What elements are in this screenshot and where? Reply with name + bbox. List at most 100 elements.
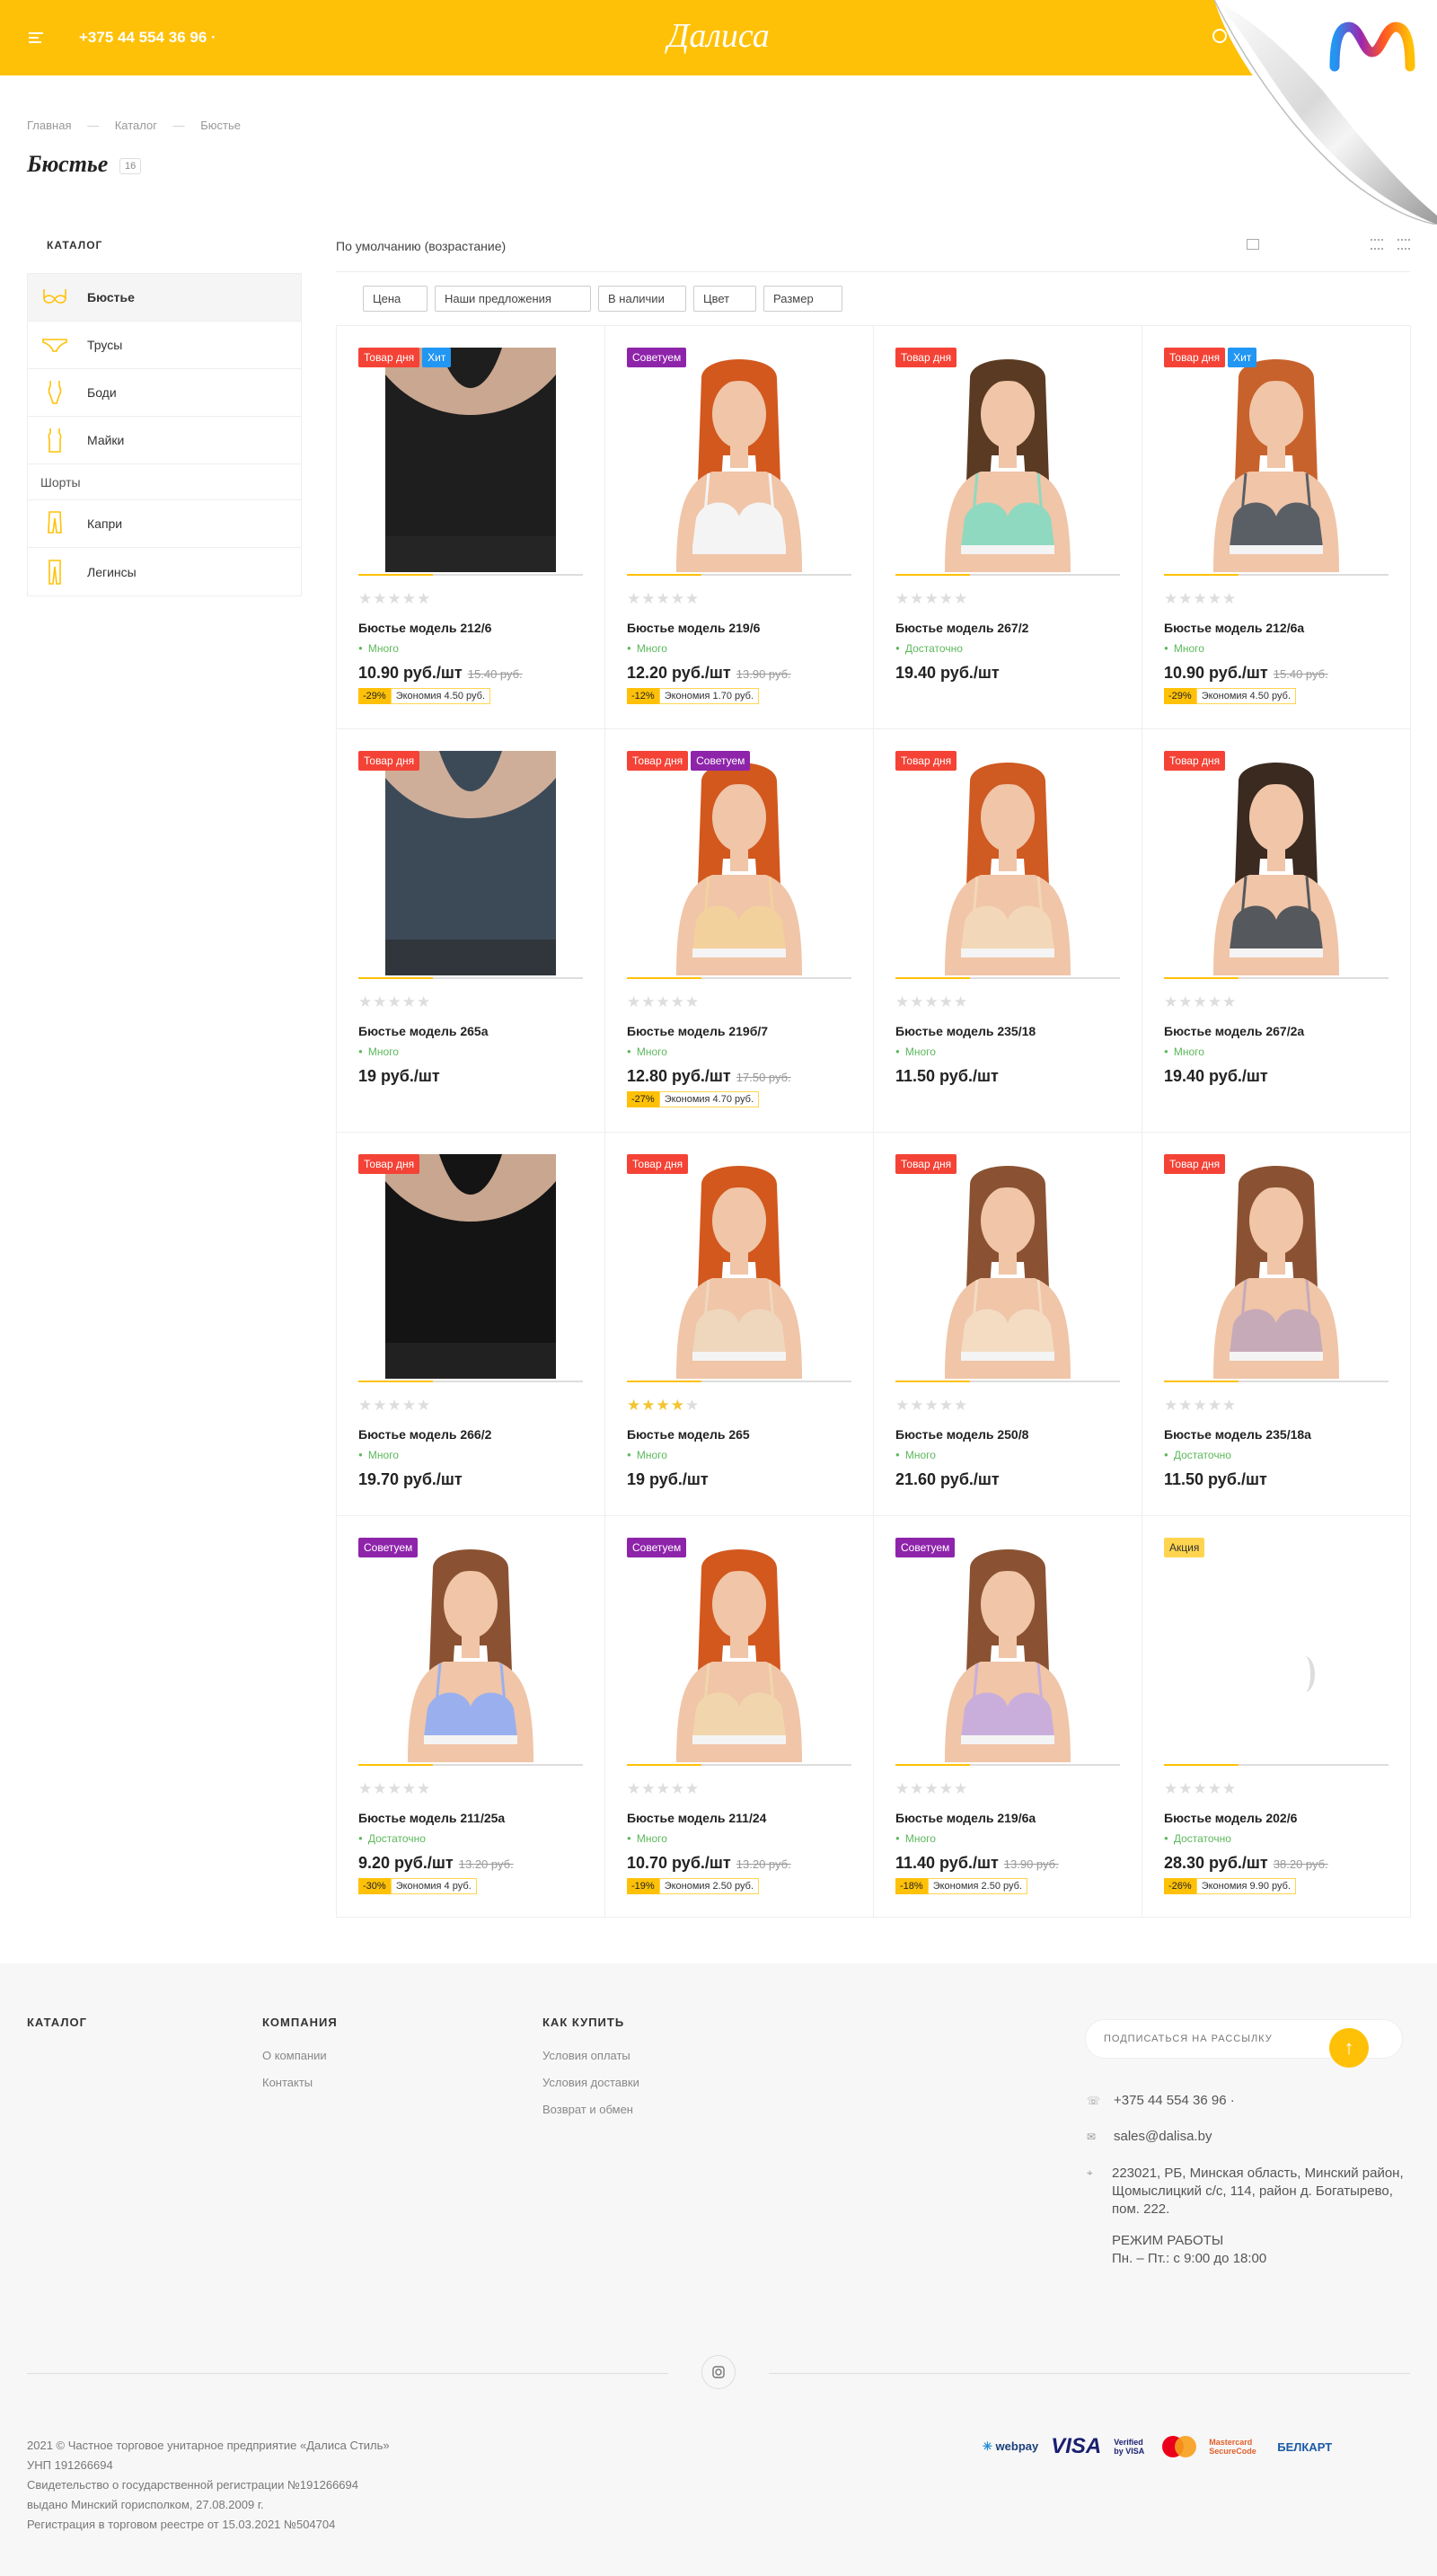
product-price: 28.30 руб./шт <box>1164 1854 1268 1872</box>
product-name[interactable]: Бюстье модель 235/18 <box>895 1024 1036 1038</box>
product-card[interactable]: Товар дня ★★★★★ Бюстье модель 267/2 Достато… <box>874 326 1142 729</box>
product-name[interactable]: Бюстье модель 267/2а <box>1164 1024 1304 1038</box>
footer-link-payment[interactable]: Условия оплаты <box>542 2049 639 2062</box>
product-image[interactable] <box>358 348 583 572</box>
product-image[interactable] <box>627 348 851 572</box>
filter-offers[interactable]: Наши предложения <box>435 286 591 312</box>
menu-icon[interactable] <box>29 32 43 43</box>
product-image[interactable] <box>358 1538 583 1762</box>
product-name[interactable]: Бюстье модель 211/24 <box>627 1811 766 1825</box>
footer-company-heading[interactable]: КОМПАНИЯ <box>262 2016 338 2029</box>
product-name[interactable]: Бюстье модель 202/6 <box>1164 1811 1297 1825</box>
filter-in-stock[interactable]: В наличии <box>598 286 686 312</box>
product-image[interactable] <box>895 1154 1120 1379</box>
sort-dropdown[interactable]: По умолчанию (возрастание) <box>336 239 506 253</box>
bodysuit-icon <box>40 380 69 405</box>
sidebar-item-bodysuit[interactable]: Боди <box>28 369 301 417</box>
header-phone[interactable]: +375 44 554 36 96 · <box>79 29 216 47</box>
saving-amount: Экономия 9.90 руб. <box>1195 1878 1296 1894</box>
instagram-icon[interactable] <box>701 2355 736 2389</box>
footer-link-returns[interactable]: Возврат и обмен <box>542 2103 639 2116</box>
product-name[interactable]: Бюстье модель 219/6а <box>895 1811 1036 1825</box>
product-card[interactable]: Советуем ★★★★★ Бюстье модель 219/6а Много 11… <box>874 1516 1142 1918</box>
sidebar-item-shorts[interactable]: Шорты <box>28 464 301 500</box>
product-price: 11.50 руб./шт <box>1164 1470 1267 1488</box>
scroll-top-button[interactable]: ↑ <box>1329 2028 1369 2068</box>
product-image[interactable] <box>358 1154 583 1379</box>
product-name[interactable]: Бюстье модель 212/6а <box>1164 621 1304 635</box>
product-card[interactable]: Советуем ★★★★★ Бюстье модель 211/24 Много 10… <box>605 1516 874 1918</box>
product-image[interactable] <box>1164 1538 1389 1762</box>
product-card[interactable]: Советуем ★★★★★ Бюстье модель 211/25а Достат… <box>337 1516 605 1918</box>
filter-size[interactable]: Размер <box>763 286 842 312</box>
product-badge: Товар дня <box>895 348 957 367</box>
filter-price[interactable]: Цена <box>363 286 428 312</box>
product-name[interactable]: Бюстье модель 235/18а <box>1164 1427 1311 1442</box>
product-name[interactable]: Бюстье модель 212/6 <box>358 621 491 635</box>
product-card[interactable]: Товар дня ★★★★★ Бюстье модель 266/2 Много 19… <box>337 1133 605 1516</box>
product-card[interactable]: Советуем ★★★★★ Бюстье модель 219/6 Много 12.… <box>605 326 874 729</box>
product-card[interactable]: Товар дня ★★★★★ Бюстье модель 235/18 Много 1… <box>874 729 1142 1133</box>
sidebar-heading: КАТАЛОГ <box>47 239 103 251</box>
product-card[interactable]: Товар дня Советуем ★★★★★ Бюстье модель 219б… <box>605 729 874 1133</box>
old-price: 15.40 руб. <box>1273 667 1328 681</box>
product-name[interactable]: Бюстье модель 267/2 <box>895 621 1028 635</box>
footer-phone[interactable]: ☏ +375 44 554 36 96 · <box>1087 2093 1235 2108</box>
footer-link-about[interactable]: О компании <box>262 2049 338 2062</box>
product-name[interactable]: Бюстье модель 265а <box>358 1024 489 1038</box>
product-image[interactable] <box>895 348 1120 572</box>
product-image[interactable] <box>627 1154 851 1379</box>
product-name[interactable]: Бюстье модель 211/25а <box>358 1811 505 1825</box>
product-card[interactable]: Товар дня ★★★★★ Бюстье модель 267/2а Много 1… <box>1142 729 1411 1133</box>
product-card[interactable]: Товар дня ★★★★★ Бюстье модель 265 Много 19 р… <box>605 1133 874 1516</box>
product-image[interactable] <box>1164 1154 1389 1379</box>
breadcrumb-catalog[interactable]: Каталог <box>115 119 157 132</box>
footer-buy-heading[interactable]: КАК КУПИТЬ <box>542 2016 639 2029</box>
product-card[interactable]: Товар дня ★★★★★ Бюстье модель 235/18а Доста… <box>1142 1133 1411 1516</box>
discount-percent: -19% <box>627 1878 659 1894</box>
legal-line: Регистрация в торговом реестре от 15.03.… <box>27 2518 336 2531</box>
product-card[interactable]: Товар дняХит ★★★★★ Бюстье модель 212/6 Мног… <box>337 326 605 729</box>
product-card[interactable]: Товар дняХит ★★★★★ Бюстье модель 212/6а Мно… <box>1142 326 1411 729</box>
product-name[interactable]: Бюстье модель 266/2 <box>358 1427 491 1442</box>
footer-link-delivery[interactable]: Условия доставки <box>542 2076 639 2089</box>
product-image[interactable] <box>627 751 851 975</box>
stock-status: Много <box>895 1832 936 1845</box>
sidebar-item-capri[interactable]: Капри <box>28 500 301 548</box>
breadcrumb-home[interactable]: Главная <box>27 119 71 132</box>
sidebar-item-leggings[interactable]: Легинсы <box>28 548 301 595</box>
product-image[interactable] <box>1164 348 1389 572</box>
product-price: 10.90 руб./шт <box>358 664 463 682</box>
product-image[interactable] <box>627 1538 851 1762</box>
rating-stars: ★★★★★ <box>627 1397 701 1414</box>
product-image[interactable] <box>358 751 583 975</box>
product-card[interactable]: Товар дня ★★★★★ Бюстье модель 250/8 Много 21… <box>874 1133 1142 1516</box>
product-name[interactable]: Бюстье модель 219б/7 <box>627 1024 768 1038</box>
product-badges: Советуем <box>627 1538 687 1557</box>
footer-link-contacts[interactable]: Контакты <box>262 2076 338 2089</box>
grid-view-icon[interactable] <box>1247 239 1259 250</box>
product-image[interactable] <box>895 751 1120 975</box>
product-name[interactable]: Бюстье модель 265 <box>627 1427 750 1442</box>
site-logo[interactable]: Далиса <box>629 16 808 56</box>
sidebar-item-tanktop[interactable]: Майки <box>28 417 301 464</box>
breadcrumb-current: Бюстье <box>200 119 241 132</box>
sidebar-item-panties[interactable]: Трусы <box>28 322 301 369</box>
list-view-icon[interactable] <box>1371 239 1383 250</box>
product-image[interactable] <box>895 1538 1120 1762</box>
table-view-icon[interactable] <box>1397 239 1410 250</box>
brand-m-logo[interactable] <box>1329 20 1415 74</box>
legal-line: 2021 © Частное торговое унитарное предпр… <box>27 2439 390 2452</box>
product-card[interactable]: Акция ★★★★★ Бюстье модель 202/6 Достаточно 2… <box>1142 1516 1411 1918</box>
old-price: 38.20 руб. <box>1273 1857 1328 1871</box>
footer-email[interactable]: ✉ sales@dalisa.by <box>1087 2129 1212 2144</box>
product-name[interactable]: Бюстье модель 250/8 <box>895 1427 1028 1442</box>
product-grid: Товар дняХит★★★★★Бюстье модель 212/6Мног… <box>336 325 1411 1918</box>
product-card[interactable]: Товар дня ★★★★★ Бюстье модель 265а Много 19 … <box>337 729 605 1133</box>
sidebar-item-bustier[interactable]: Бюстье <box>28 274 301 322</box>
product-name[interactable]: Бюстье модель 219/6 <box>627 621 760 635</box>
footer-catalog-heading[interactable]: КАТАЛОГ <box>27 2016 87 2029</box>
product-image[interactable] <box>1164 751 1389 975</box>
sidebar-item-label: Бюстье <box>87 290 135 304</box>
filter-color[interactable]: Цвет <box>693 286 756 312</box>
